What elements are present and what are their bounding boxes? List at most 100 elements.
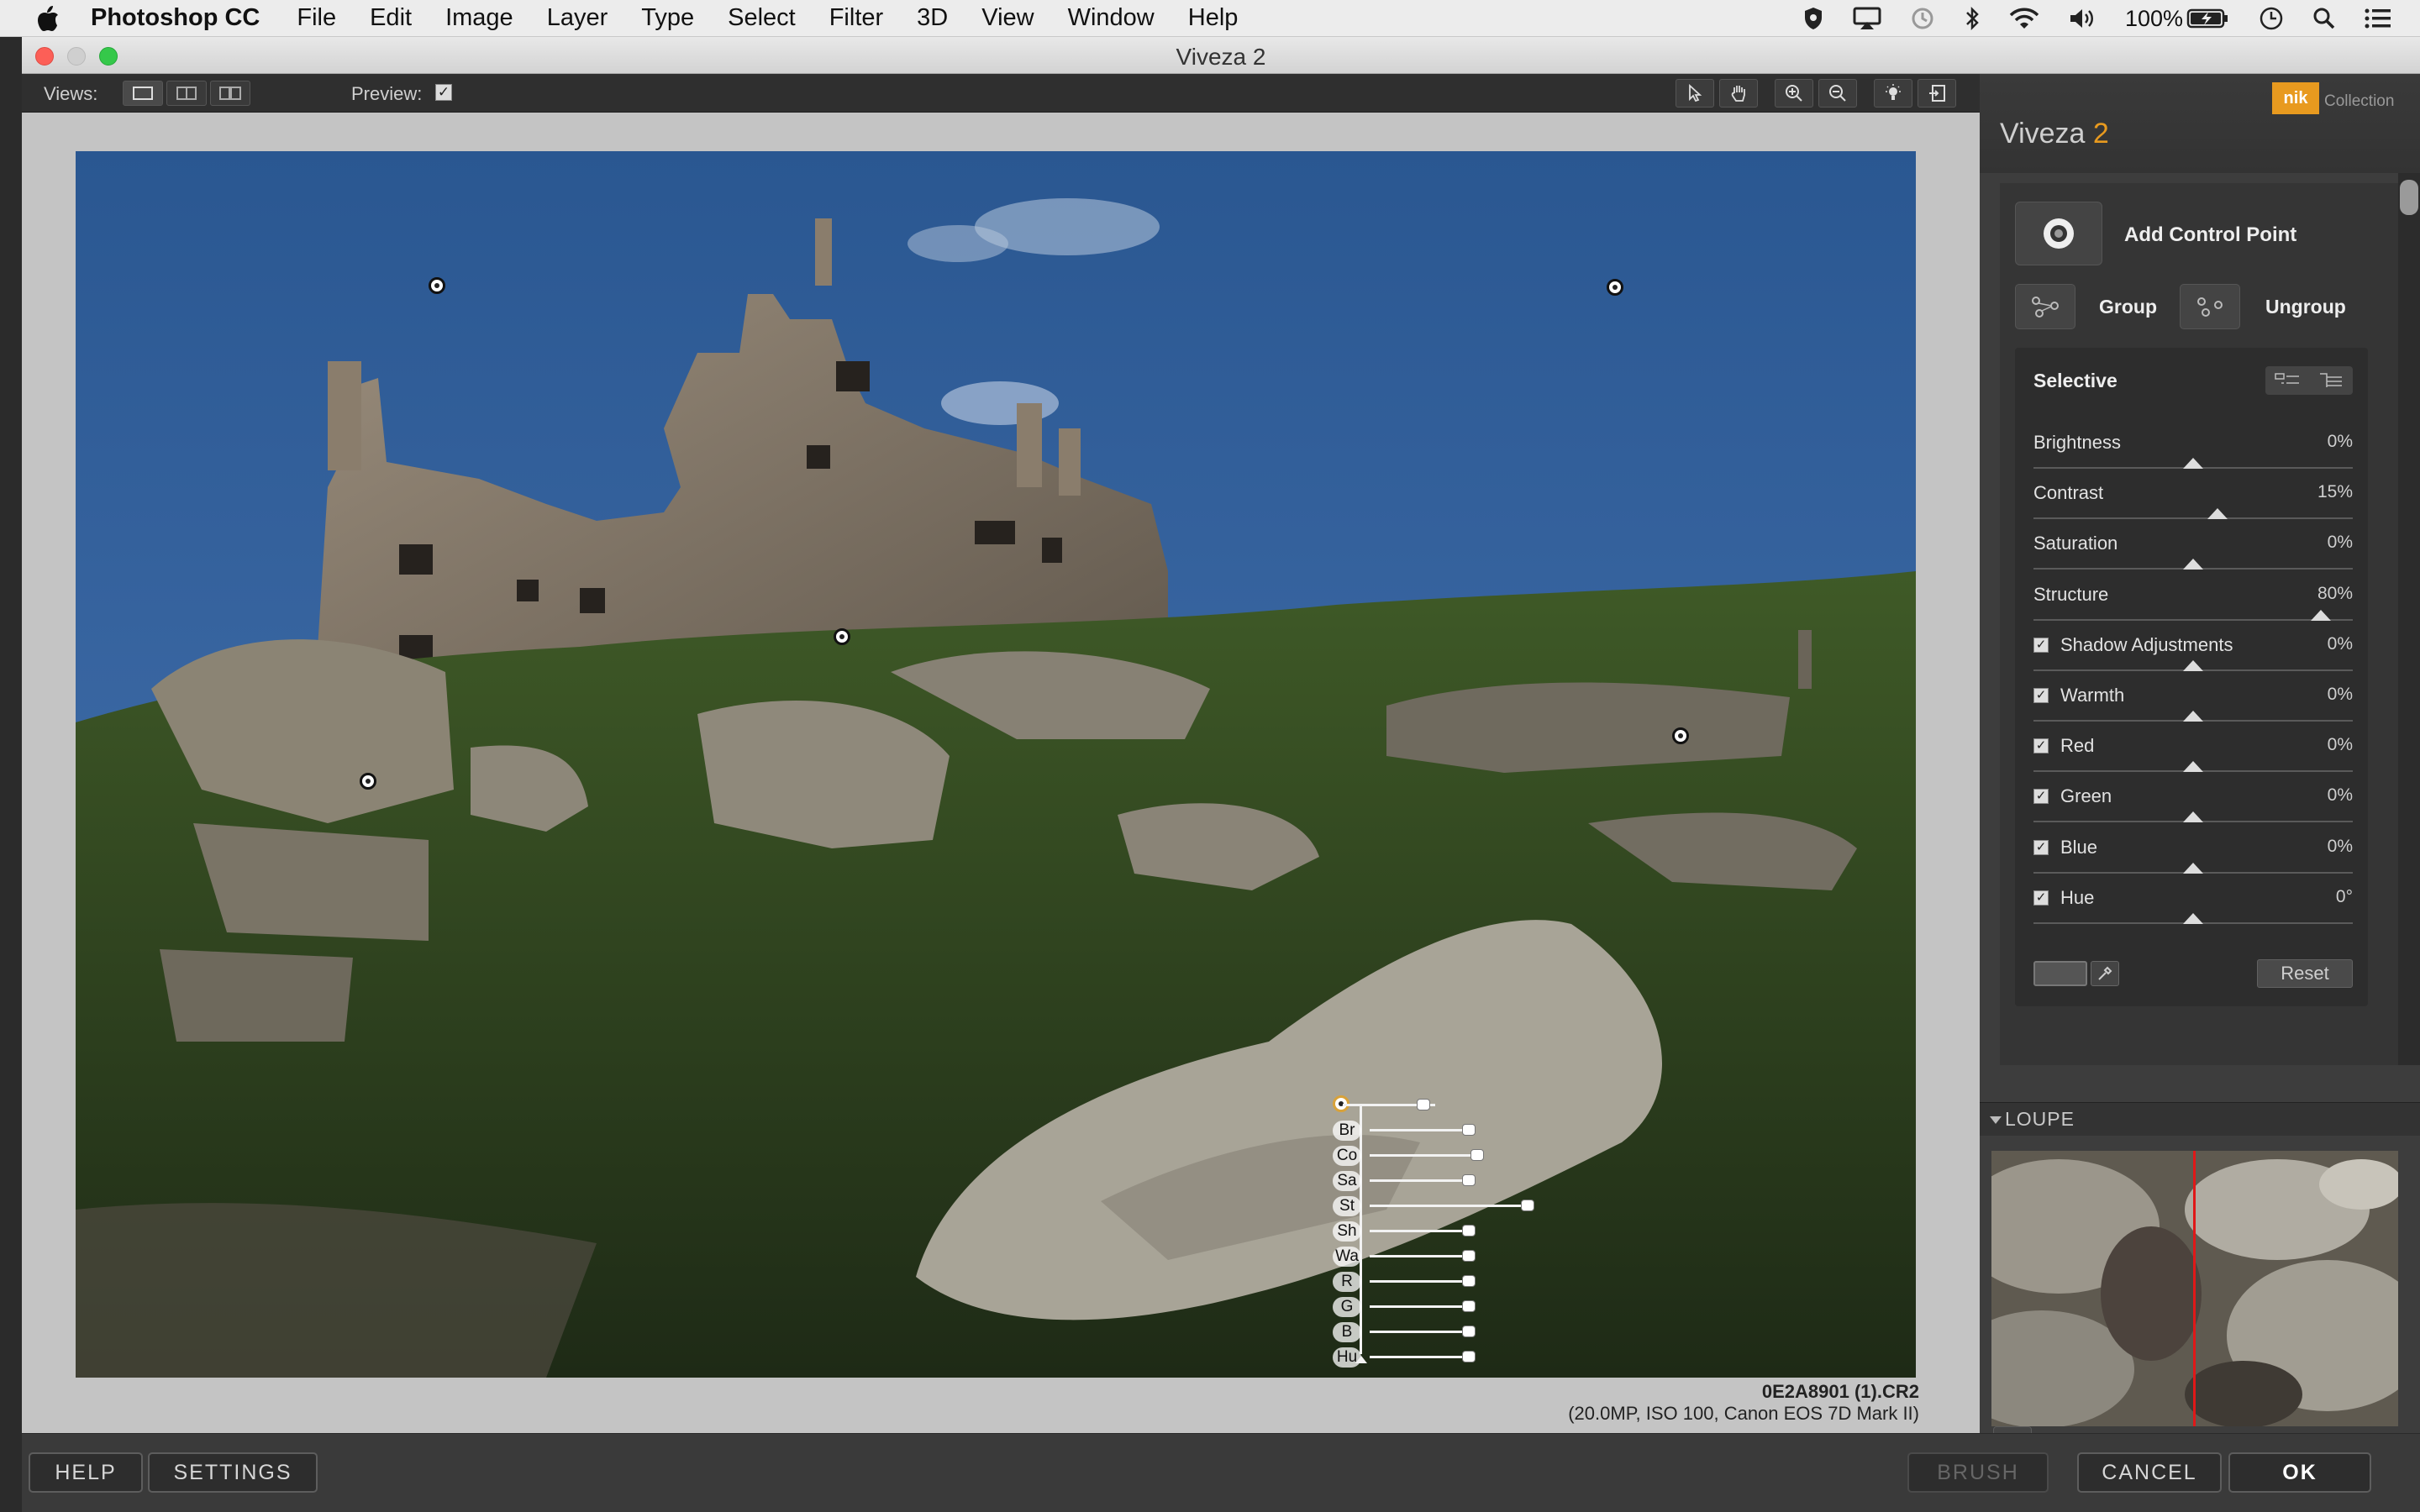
slider-handle[interactable] bbox=[2207, 508, 2228, 520]
cancel-button[interactable]: CANCEL bbox=[2077, 1452, 2222, 1493]
slider-blue[interactable]: ✓ Blue 0% bbox=[2033, 837, 2353, 887]
slider-green[interactable]: ✓ Green 0% bbox=[2033, 785, 2353, 836]
slider-value[interactable]: 0% bbox=[2328, 634, 2353, 654]
ungroup-label[interactable]: Ungroup bbox=[2265, 296, 2346, 318]
wifi-icon[interactable] bbox=[2009, 7, 2039, 30]
cp-label-green[interactable]: G bbox=[1333, 1297, 1361, 1317]
preview-photo[interactable]: Br Co Sa St Sh Wa R G B Hu bbox=[76, 151, 1916, 1378]
size-slider-handle[interactable] bbox=[1417, 1099, 1430, 1110]
control-point[interactable] bbox=[834, 628, 850, 645]
background-brightness-button[interactable] bbox=[1874, 79, 1912, 108]
slider-enable-checkbox[interactable]: ✓ bbox=[2033, 789, 2049, 805]
slider-value[interactable]: 0% bbox=[2328, 837, 2353, 857]
control-point[interactable] bbox=[360, 773, 376, 790]
cp-label-red[interactable]: R bbox=[1333, 1272, 1361, 1292]
slider-enable-checkbox[interactable]: ✓ bbox=[2033, 637, 2049, 653]
scrollbar-thumb[interactable] bbox=[2400, 180, 2418, 215]
active-control-point[interactable]: Br Co Sa St Sh Wa R G B Hu bbox=[1333, 1095, 1534, 1368]
collapse-arrow-icon[interactable] bbox=[1990, 1116, 2002, 1124]
slider-red[interactable]: ✓ Red 0% bbox=[2033, 735, 2353, 785]
slider-handle[interactable] bbox=[2183, 659, 2203, 671]
menu-select[interactable]: Select bbox=[728, 4, 796, 32]
menu-help[interactable]: Help bbox=[1188, 4, 1239, 32]
cp-slider-handle[interactable] bbox=[1462, 1174, 1476, 1186]
cp-slider-blue[interactable] bbox=[1370, 1331, 1470, 1333]
menu-filter[interactable]: Filter bbox=[829, 4, 883, 32]
cp-slider-handle[interactable] bbox=[1462, 1124, 1476, 1136]
slider-value[interactable]: 15% bbox=[2317, 482, 2353, 502]
slider-value[interactable]: 0% bbox=[2328, 685, 2353, 705]
menu-image[interactable]: Image bbox=[445, 4, 513, 32]
slider-brightness[interactable]: Brightness 0% bbox=[2033, 432, 2353, 482]
reset-button[interactable]: Reset bbox=[2257, 959, 2353, 988]
apple-icon[interactable] bbox=[35, 4, 60, 33]
cp-slider-green[interactable] bbox=[1370, 1305, 1470, 1308]
slider-hue[interactable]: ✓ Hue 0° bbox=[2033, 887, 2353, 937]
slider-value[interactable]: 0% bbox=[2328, 785, 2353, 806]
eyedropper-button[interactable] bbox=[2091, 961, 2119, 986]
cp-label-brightness[interactable]: Br bbox=[1333, 1121, 1361, 1141]
cp-slider-handle[interactable] bbox=[1462, 1351, 1476, 1362]
window-titlebar[interactable]: Viveza 2 bbox=[22, 37, 2420, 74]
slider-track[interactable] bbox=[2033, 618, 2353, 621]
slider-handle[interactable] bbox=[2183, 912, 2203, 924]
menu-window[interactable]: Window bbox=[1068, 4, 1155, 32]
menu-type[interactable]: Type bbox=[641, 4, 694, 32]
battery-percent[interactable]: 100% bbox=[2125, 6, 2230, 32]
time-machine-icon[interactable] bbox=[1910, 6, 1935, 31]
menu-app-name[interactable]: Photoshop CC bbox=[91, 4, 260, 32]
zoom-out-button[interactable] bbox=[1818, 79, 1857, 108]
cp-slider-brightness[interactable] bbox=[1370, 1129, 1470, 1131]
slider-contrast[interactable]: Contrast 15% bbox=[2033, 482, 2353, 533]
selective-view-toggle[interactable] bbox=[2265, 366, 2353, 395]
cp-expand-arrow-icon[interactable] bbox=[1355, 1354, 1368, 1364]
cp-slider-saturation[interactable] bbox=[1370, 1179, 1470, 1182]
volume-icon[interactable] bbox=[2068, 7, 2096, 30]
side-by-side-view-button[interactable] bbox=[210, 81, 250, 106]
zoom-in-button[interactable] bbox=[1775, 79, 1813, 108]
slider-handle[interactable] bbox=[2183, 811, 2203, 823]
single-view-button[interactable] bbox=[123, 81, 163, 106]
cp-slider-handle[interactable] bbox=[1470, 1149, 1484, 1161]
detail-view-icon[interactable] bbox=[2318, 371, 2344, 390]
clock-icon[interactable] bbox=[2259, 6, 2284, 31]
cp-slider-warmth[interactable] bbox=[1370, 1255, 1470, 1257]
hand-tool-button[interactable] bbox=[1719, 79, 1758, 108]
slider-handle[interactable] bbox=[2183, 458, 2203, 469]
slider-value[interactable]: 80% bbox=[2317, 584, 2353, 604]
arrow-tool-button[interactable] bbox=[1676, 79, 1714, 108]
cp-label-structure[interactable]: St bbox=[1333, 1196, 1361, 1216]
notification-center-icon[interactable] bbox=[2365, 8, 2391, 29]
slider-handle[interactable] bbox=[2183, 559, 2203, 570]
cp-slider-handle[interactable] bbox=[1462, 1250, 1476, 1262]
slider-warmth[interactable]: ✓ Warmth 0% bbox=[2033, 685, 2353, 735]
cp-label-saturation[interactable]: Sa bbox=[1333, 1171, 1361, 1191]
slider-shadow-adjustments[interactable]: ✓ Shadow Adjustments 0% bbox=[2033, 634, 2353, 685]
cp-slider-handle[interactable] bbox=[1462, 1326, 1476, 1337]
group-label[interactable]: Group bbox=[2099, 296, 2157, 318]
slider-value[interactable]: 0% bbox=[2328, 533, 2353, 553]
loupe-header[interactable]: LOUPE bbox=[1980, 1102, 2420, 1136]
control-point[interactable] bbox=[1607, 279, 1623, 296]
slider-value[interactable]: 0° bbox=[2336, 887, 2353, 907]
slider-saturation[interactable]: Saturation 0% bbox=[2033, 533, 2353, 583]
control-point[interactable] bbox=[429, 277, 445, 294]
cp-label-blue[interactable]: B bbox=[1333, 1322, 1361, 1342]
group-button[interactable] bbox=[2015, 284, 2075, 329]
slider-structure[interactable]: Structure 80% bbox=[2033, 584, 2353, 634]
menu-edit[interactable]: Edit bbox=[370, 4, 412, 32]
slider-handle[interactable] bbox=[2183, 862, 2203, 874]
menu-layer[interactable]: Layer bbox=[547, 4, 608, 32]
brush-button[interactable]: BRUSH bbox=[1907, 1452, 2049, 1493]
cp-label-contrast[interactable]: Co bbox=[1333, 1146, 1361, 1166]
cp-slider-handle[interactable] bbox=[1462, 1300, 1476, 1312]
slider-handle[interactable] bbox=[2183, 711, 2203, 722]
cp-slider-shadow[interactable] bbox=[1370, 1230, 1470, 1232]
help-button[interactable]: HELP bbox=[29, 1452, 143, 1493]
loupe-preview[interactable] bbox=[1991, 1151, 2398, 1426]
cp-label-warmth[interactable]: Wa bbox=[1333, 1247, 1361, 1267]
slider-handle[interactable] bbox=[2311, 609, 2331, 621]
panel-scrollbar[interactable] bbox=[2398, 173, 2420, 1065]
ok-button[interactable]: OK bbox=[2228, 1452, 2371, 1493]
control-point[interactable] bbox=[1672, 727, 1689, 744]
